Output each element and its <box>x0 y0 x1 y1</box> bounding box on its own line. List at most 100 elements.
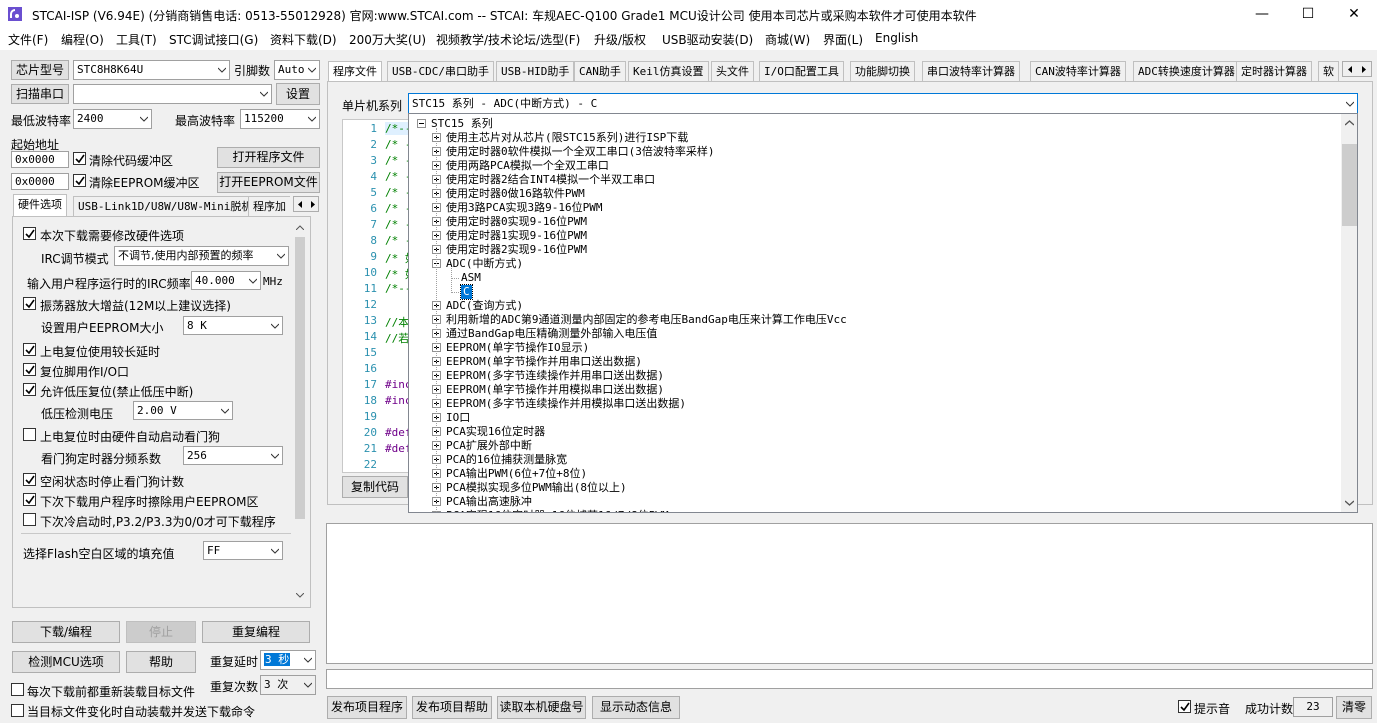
p32-p33-checkbox[interactable] <box>23 513 36 526</box>
menu-usb-driver[interactable]: USB驱动安装(D) <box>662 31 753 48</box>
maximize-button[interactable]: ☐ <box>1285 0 1331 28</box>
detect-mcu-button[interactable]: 检测MCU选项 <box>12 651 120 673</box>
arrow-right-icon[interactable] <box>1361 66 1367 73</box>
tree-item[interactable]: PCA输出高速脉冲 <box>446 495 532 509</box>
tab-program-file[interactable]: 程序文件 <box>328 61 382 81</box>
fill-value-select[interactable]: FF <box>203 541 283 560</box>
chevron-up-icon[interactable] <box>296 225 304 230</box>
tree-item[interactable]: EEPROM(多字节连续操作并用模拟串口送出数据) <box>446 397 686 411</box>
menu-file[interactable]: 文件(F) <box>8 31 48 48</box>
collapse-icon[interactable] <box>417 119 426 128</box>
modify-hw-checkbox[interactable] <box>23 227 36 240</box>
chip-model-button[interactable]: 芯片型号 <box>11 60 69 80</box>
reset-io-checkbox[interactable] <box>23 363 36 376</box>
series-dropdown-tree[interactable]: STC15 系列 使用主芯片对从芯片(限STC15系列)进行ISP下载 使用定时器0… <box>408 113 1358 513</box>
menu-english[interactable]: English <box>875 31 918 45</box>
tree-item[interactable]: PCA扩展外部中断 <box>446 439 532 453</box>
tree-item[interactable]: STC15 系列 <box>431 117 493 131</box>
tab-usb-cdc[interactable]: USB-CDC/串口助手 <box>387 61 494 81</box>
tab-more[interactable]: 软 <box>1318 61 1339 81</box>
repeat-count-select[interactable]: 3 次 <box>260 675 316 695</box>
eeprom-addr-input[interactable]: 0x0000 <box>11 173 69 190</box>
tree-item[interactable]: EEPROM(单字节操作IO显示) <box>446 341 589 355</box>
tree-item[interactable]: EEPROM(多字节连续操作并用串口送出数据) <box>446 369 664 383</box>
arrow-left-icon[interactable] <box>1347 66 1353 73</box>
chevron-up-icon[interactable] <box>1345 120 1354 126</box>
menu-debug[interactable]: STC调试接口(G) <box>169 31 258 48</box>
idle-wdt-checkbox[interactable] <box>23 473 36 486</box>
repeat-delay-select[interactable]: 3 秒 <box>260 650 316 670</box>
irc-mode-select[interactable]: 不调节,使用内部预置的频率 <box>114 246 289 266</box>
tree-item[interactable]: 使用定时器0软件模拟一个全双工串口(3倍波特率采样) <box>446 145 715 159</box>
wdt-auto-checkbox[interactable] <box>23 428 36 441</box>
menu-shop[interactable]: 商城(W) <box>765 31 810 48</box>
beep-checkbox[interactable] <box>1178 700 1191 713</box>
clear-code-checkbox[interactable] <box>73 152 86 165</box>
tree-item[interactable]: 使用主芯片对从芯片(限STC15系列)进行ISP下载 <box>446 131 688 145</box>
dynamic-info-button[interactable]: 显示动态信息 <box>592 696 680 719</box>
chevron-down-icon[interactable] <box>296 593 304 598</box>
tree-item[interactable]: 使用定时器2结合INT4模拟一个半双工串口 <box>446 173 655 187</box>
tab-keil[interactable]: Keil仿真设置 <box>628 61 709 81</box>
tree-item[interactable]: EEPROM(单字节操作并用串口送出数据) <box>446 355 642 369</box>
max-baud-select[interactable]: 115200 <box>240 109 320 129</box>
irc-freq-select[interactable]: 40.000 <box>191 271 261 290</box>
hw-scrollbar[interactable] <box>292 221 308 603</box>
lv-volt-select[interactable]: 2.00 V <box>133 401 233 420</box>
osc-gain-checkbox[interactable] <box>23 297 36 310</box>
tree-item[interactable]: 利用新增的ADC第9通道测量内部固定的参考电压BandGap电压来计算工作电压V… <box>446 313 847 327</box>
read-hdd-button[interactable]: 读取本机硬盘号 <box>497 696 586 719</box>
eeprom-size-select[interactable]: 8 K <box>183 316 283 335</box>
copy-code-button[interactable]: 复制代码 <box>342 476 408 498</box>
tree-item[interactable]: EEPROM(单字节操作并用模拟串口送出数据) <box>446 383 664 397</box>
tree-item[interactable]: 通过BandGap电压精确测量外部输入电压值 <box>446 327 657 341</box>
port-select[interactable] <box>73 84 272 104</box>
menu-prize[interactable]: 200万大奖(U) <box>349 31 426 48</box>
menu-ui[interactable]: 界面(L) <box>823 31 863 48</box>
min-baud-select[interactable]: 2400 <box>73 109 152 129</box>
reload-checkbox[interactable] <box>11 683 24 696</box>
tree-item[interactable]: ASM <box>461 271 481 285</box>
tree-item[interactable]: ADC(查询方式) <box>446 299 523 313</box>
help-button[interactable]: 帮助 <box>126 651 196 673</box>
open-eeprom-button[interactable]: 打开EEPROM文件 <box>217 172 320 193</box>
chevron-down-icon[interactable] <box>1345 500 1354 506</box>
lvr-checkbox[interactable] <box>23 383 36 396</box>
wdt-div-select[interactable]: 256 <box>183 446 283 465</box>
tree-item[interactable]: PCA实现16位定时器 <box>446 425 545 439</box>
tab-pin-switch[interactable]: 功能脚切换 <box>850 61 915 81</box>
tab-can-baud[interactable]: CAN波特率计算器 <box>1030 61 1126 81</box>
tab-hardware[interactable]: 硬件选项 <box>13 194 67 216</box>
tree-item[interactable]: IO口 <box>446 411 470 425</box>
tree-item[interactable]: PCA输出PWM(6位+7位+8位) <box>446 467 587 481</box>
menu-upgrade[interactable]: 升级/版权 <box>594 31 646 48</box>
erase-eeprom-checkbox[interactable] <box>23 493 36 506</box>
tree-scroll-thumb[interactable] <box>1342 144 1357 226</box>
tree-item[interactable]: PCA的16位捕获测量脉宽 <box>446 453 567 467</box>
stop-button[interactable]: 停止 <box>126 621 196 643</box>
tab-adc-speed[interactable]: ADC转换速度计算器 <box>1133 61 1240 81</box>
code-addr-input[interactable]: 0x0000 <box>11 151 69 168</box>
por-delay-checkbox[interactable] <box>23 343 36 356</box>
publish-help-button[interactable]: 发布项目帮助 <box>412 696 492 719</box>
tree-item[interactable]: 使用3路PCA实现3路9-16位PWM <box>446 201 602 215</box>
menu-program[interactable]: 编程(O) <box>61 31 104 48</box>
tree-item[interactable]: 使用定时器0做16路软件PWM <box>446 187 585 201</box>
tree-item[interactable]: 使用定时器0实现9-16位PWM <box>446 215 587 229</box>
tab-uart-baud[interactable]: 串口波特率计算器 <box>922 61 1020 81</box>
tab-scroll[interactable] <box>293 196 319 212</box>
tab-can[interactable]: CAN助手 <box>574 61 626 81</box>
tree-item[interactable]: 使用定时器1实现9-16位PWM <box>446 229 587 243</box>
code-editor[interactable]: 1/*---2/* ---3/* ---4/* ---5/* ---6/* --… <box>342 119 414 473</box>
tree-item[interactable]: 使用两路PCA模拟一个全双工串口 <box>446 159 609 173</box>
clear-count-button[interactable]: 清零 <box>1336 696 1372 719</box>
clear-eeprom-checkbox[interactable] <box>73 174 86 187</box>
menu-download[interactable]: 资料下载(D) <box>270 31 337 48</box>
tree-item[interactable]: ADC(中断方式) <box>446 257 523 271</box>
download-button[interactable]: 下载/编程 <box>12 621 120 643</box>
tab-program-encrypt[interactable]: 程序加 <box>248 196 290 216</box>
tree-scrollbar[interactable] <box>1341 114 1357 512</box>
right-tab-scroll[interactable] <box>1342 61 1372 77</box>
reprogram-button[interactable]: 重复编程 <box>202 621 310 643</box>
menu-video[interactable]: 视频教学/技术论坛/选型(F) <box>436 31 580 48</box>
